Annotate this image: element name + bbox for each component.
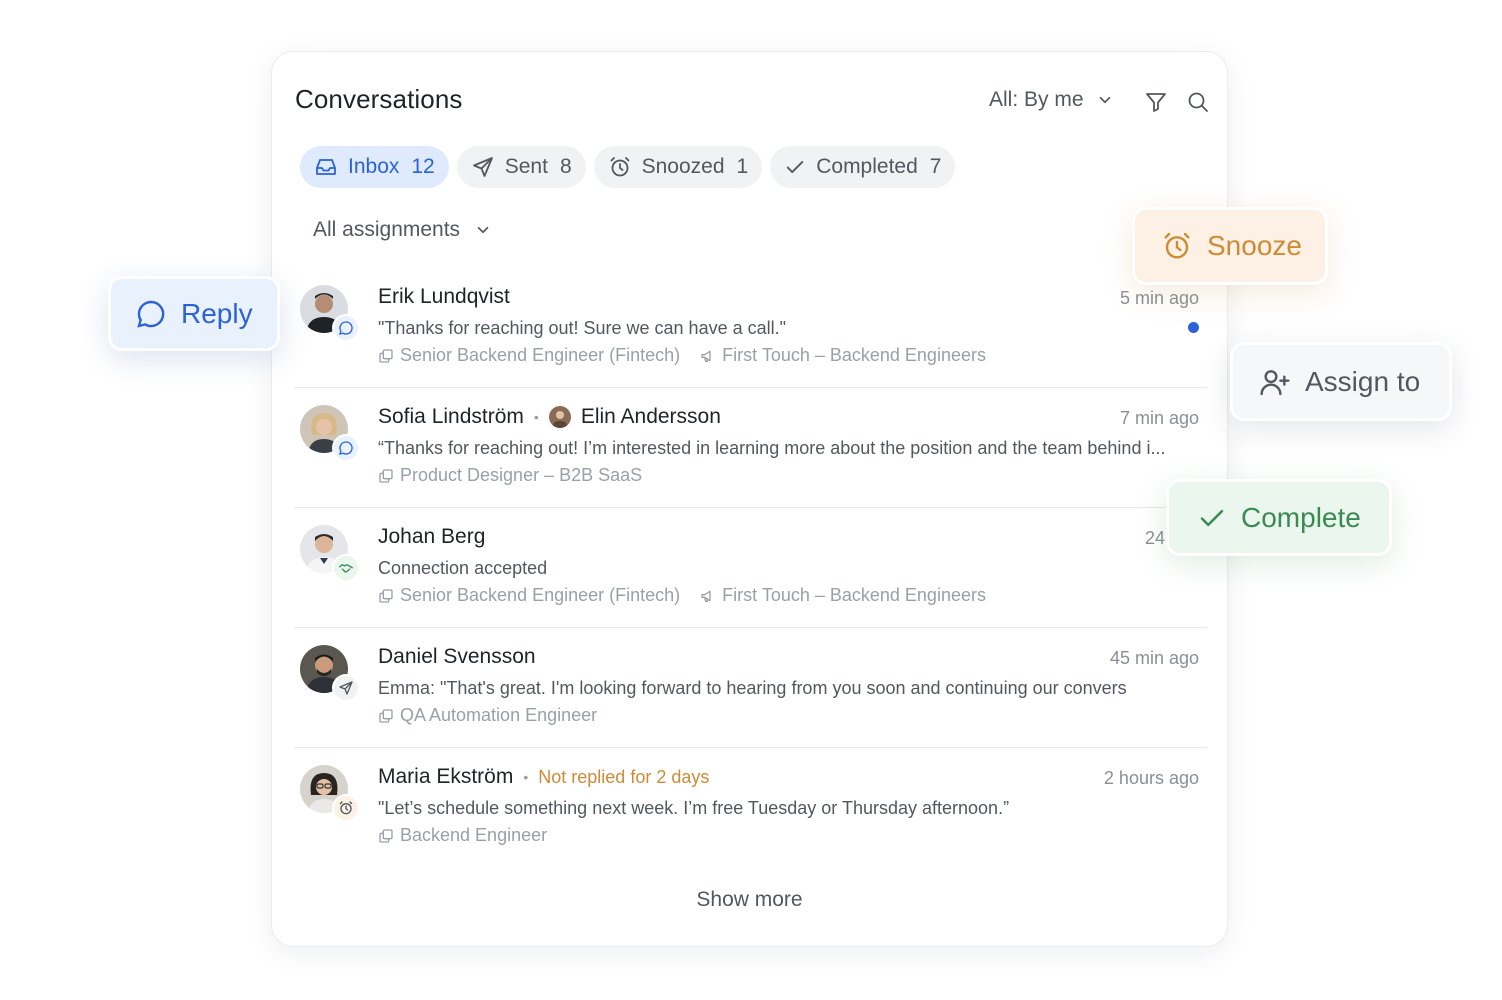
copy-icon	[378, 708, 394, 724]
avatar	[548, 406, 571, 428]
badge	[332, 794, 360, 822]
tab-label: Sent	[504, 155, 548, 178]
timestamp: 5 min ago	[1119, 288, 1199, 308]
tab-sent[interactable]: Sent 8	[456, 146, 586, 188]
conversation-meta: Product Designer – B2B SaaS	[378, 465, 642, 486]
filter-icon[interactable]	[1144, 90, 1168, 114]
conversation-row[interactable]: Maria Ekström • Not replied for 2 days 2…	[294, 748, 1207, 868]
job-title: QA Automation Engineer	[400, 705, 598, 725]
inbox-icon	[314, 155, 338, 179]
badge	[332, 434, 360, 462]
timestamp: 7 min ago	[1119, 408, 1199, 428]
job-title: Product Designer – B2B SaaS	[400, 465, 643, 485]
complete-button[interactable]: Complete	[1166, 479, 1392, 556]
chat-bubble-icon	[334, 436, 358, 460]
assign-to-button[interactable]: Assign to	[1230, 342, 1452, 421]
timestamp: 2 hours ago	[1103, 768, 1199, 788]
conversations-panel: Conversations All: By me Inbox 12 Sent 8	[271, 51, 1228, 947]
chevron-down-icon	[474, 221, 492, 239]
tab-label: Completed	[816, 155, 918, 178]
timestamp: 45 min ago	[1109, 648, 1199, 668]
assignments-label: All assignments	[313, 218, 461, 241]
send-icon	[471, 155, 495, 179]
check-icon	[1197, 503, 1227, 533]
search-icon[interactable]	[1186, 90, 1210, 114]
conversation-row[interactable]: Sofia Lindström • Elin Andersson 7 min a…	[294, 388, 1207, 508]
copy-icon	[378, 828, 394, 844]
job-title: Senior Backend Engineer (Fintech)	[400, 345, 681, 365]
contact-name: Daniel Svensson	[378, 645, 536, 668]
conversation-meta: Senior Backend Engineer (Fintech) First …	[378, 585, 986, 606]
copy-icon	[378, 588, 394, 604]
badge	[332, 674, 360, 702]
badge	[332, 314, 360, 342]
not-replied-warning: Not replied for 2 days	[538, 766, 710, 787]
campaign-name: First Touch – Backend Engineers	[722, 345, 986, 365]
message-preview: Connection accepted	[378, 558, 548, 578]
snooze-label: Snooze	[1207, 230, 1302, 261]
reply-button[interactable]: Reply	[108, 276, 280, 351]
contact-name: Maria Ekström • Not replied for 2 days	[378, 765, 710, 788]
badge	[332, 554, 360, 582]
contact-name: Sofia Lindström • Elin Andersson	[378, 405, 721, 428]
tab-label: Inbox	[348, 155, 400, 178]
unread-indicator	[1188, 322, 1199, 333]
assign-to-label: Assign to	[1305, 365, 1421, 397]
message-preview: "Thanks for reaching out! Sure we can ha…	[378, 318, 786, 338]
reply-label: Reply	[181, 297, 253, 329]
megaphone-icon	[700, 588, 716, 604]
tab-count: 8	[559, 155, 572, 178]
message-preview: Emma: "That's great. I'm looking forward…	[378, 678, 1127, 698]
owner-filter-dropdown[interactable]: All: By me	[989, 88, 1114, 112]
conversation-row[interactable]: Daniel Svensson 45 min ago Emma: "That's…	[294, 628, 1207, 748]
owner-filter-label: All: By me	[989, 88, 1084, 111]
show-more-button[interactable]: Show more	[272, 888, 1227, 912]
folder-tabs: Inbox 12 Sent 8 Snoozed 1 Completed 7	[300, 146, 956, 188]
tab-count: 12	[411, 155, 435, 178]
complete-label: Complete	[1241, 501, 1361, 533]
copy-icon	[378, 348, 394, 364]
contact-name: Johan Berg	[378, 525, 486, 548]
user-plus-icon	[1259, 366, 1291, 398]
copy-icon	[378, 468, 394, 484]
conversation-meta: Backend Engineer	[378, 825, 547, 846]
chat-bubble-icon	[135, 298, 167, 330]
assignments-dropdown[interactable]: All assignments	[313, 218, 492, 242]
message-preview: "Let’s schedule something next week. I’m…	[378, 798, 1010, 818]
message-preview: “Thanks for reaching out! I’m interested…	[378, 438, 1166, 458]
conversation-row[interactable]: Erik Lundqvist 5 min ago "Thanks for rea…	[294, 268, 1207, 388]
separator-dot: •	[533, 409, 539, 425]
alarm-clock-icon	[608, 155, 632, 179]
tab-label: Snoozed	[641, 155, 725, 178]
chevron-down-icon	[1096, 91, 1114, 109]
conversation-row[interactable]: Johan Berg 24 min Connection accepted Se…	[294, 508, 1207, 628]
conversation-meta: QA Automation Engineer	[378, 705, 597, 726]
tab-count: 1	[736, 155, 749, 178]
handshake-icon	[334, 556, 358, 580]
tab-snoozed[interactable]: Snoozed 1	[593, 146, 763, 188]
alarm-clock-icon	[334, 796, 358, 820]
campaign-name: First Touch – Backend Engineers	[722, 585, 986, 605]
chat-bubble-icon	[334, 316, 358, 340]
megaphone-icon	[700, 348, 716, 364]
panel-title: Conversations	[295, 84, 463, 114]
contact-name: Erik Lundqvist	[378, 285, 510, 308]
conversation-meta: Senior Backend Engineer (Fintech) First …	[378, 345, 986, 366]
tab-inbox[interactable]: Inbox 12	[300, 146, 449, 188]
tab-completed[interactable]: Completed 7	[770, 146, 956, 188]
job-title: Senior Backend Engineer (Fintech)	[400, 585, 681, 605]
check-icon	[784, 156, 806, 178]
snooze-button[interactable]: Snooze	[1132, 207, 1328, 285]
separator-dot: •	[523, 769, 529, 785]
alarm-clock-icon	[1161, 230, 1193, 262]
conversation-list: Erik Lundqvist 5 min ago "Thanks for rea…	[294, 268, 1207, 868]
tab-count: 7	[929, 155, 942, 178]
send-icon	[334, 676, 358, 700]
job-title: Backend Engineer	[400, 825, 548, 845]
